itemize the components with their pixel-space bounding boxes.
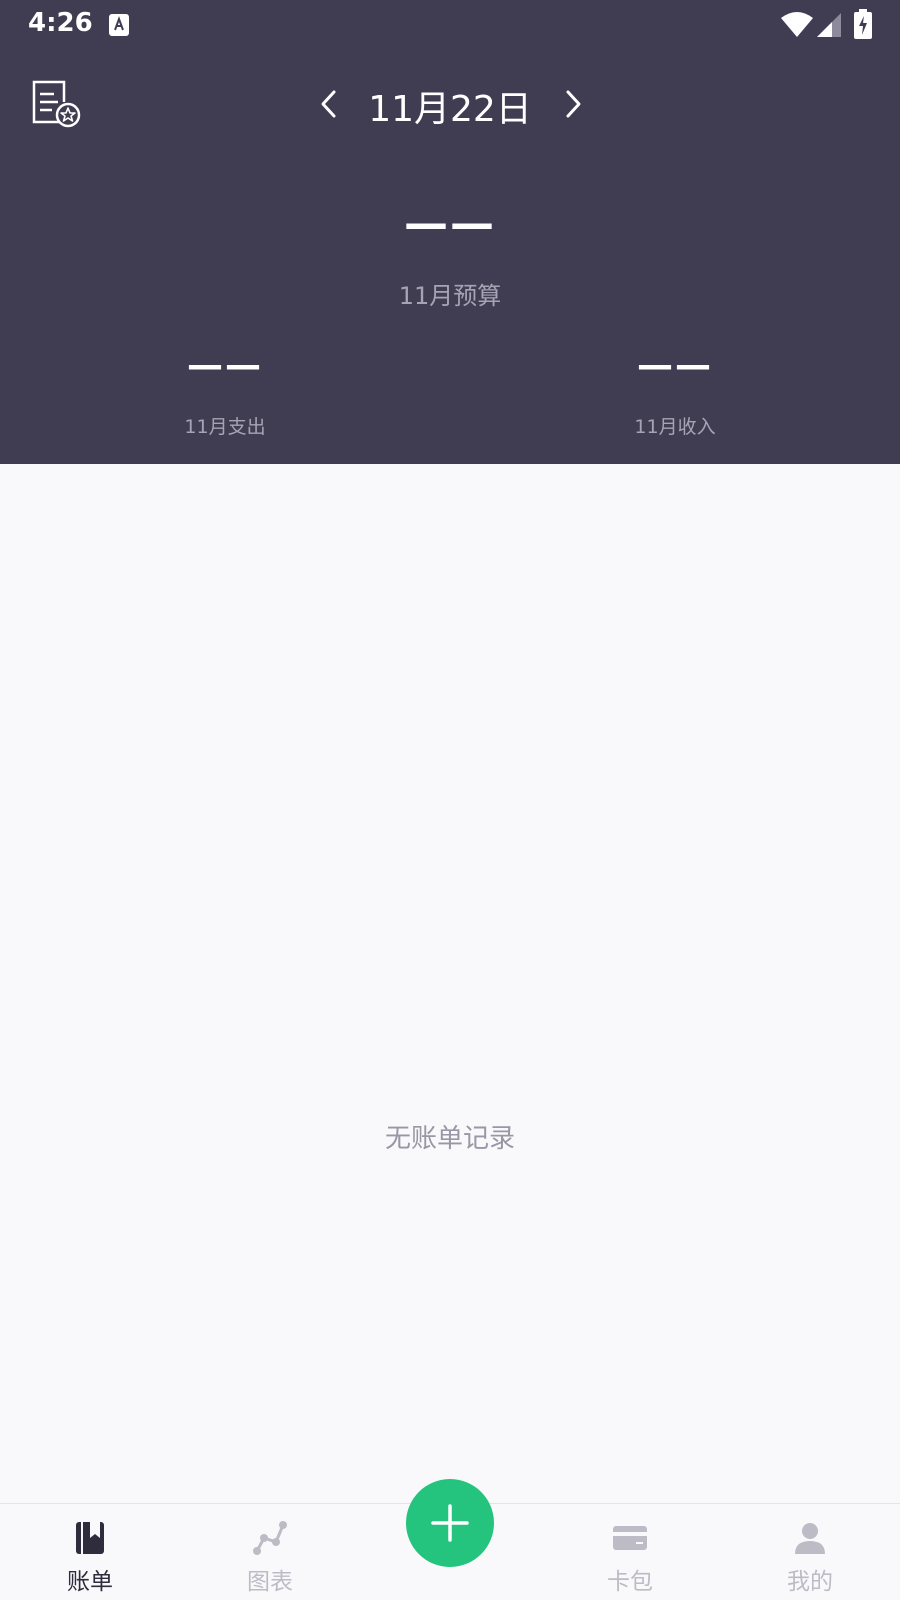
empty-state-text: 无账单记录 (384, 1124, 515, 1154)
chevron-left-icon[interactable] (314, 86, 346, 122)
nav-label-bills: 账单 (67, 1569, 113, 1595)
nav-label-cards: 卡包 (607, 1569, 653, 1595)
wifi-icon (781, 12, 813, 37)
plus-icon (431, 1504, 469, 1542)
nav-label-mine: 我的 (787, 1569, 833, 1595)
expense-label: 11月支出 (184, 416, 266, 438)
nav-label-charts: 图表 (247, 1569, 293, 1595)
signal-icon (817, 13, 841, 37)
expense-value: —— (187, 345, 263, 386)
header: 4:26 11月22日 —— 11月预算 —— 11月支出 —— 11月收入 (0, 0, 900, 464)
status-bar: 4:26 (0, 0, 900, 50)
keyboard-a-icon (109, 14, 129, 36)
nav-item-cards[interactable]: 卡包 (540, 1504, 720, 1600)
budget-label: 11月预算 (398, 282, 502, 310)
nav-item-mine[interactable]: 我的 (720, 1504, 900, 1600)
date-title: 11月22日 (368, 89, 532, 130)
battery-charging-icon (854, 9, 872, 39)
status-time: 4:26 (28, 8, 93, 38)
person-icon (795, 1523, 825, 1554)
book-icon (76, 1522, 104, 1554)
nav-item-charts[interactable]: 图表 (180, 1504, 360, 1600)
chart-icon (253, 1521, 287, 1555)
chevron-right-icon[interactable] (556, 86, 588, 122)
add-record-button[interactable] (406, 1479, 494, 1567)
income-label: 11月收入 (634, 416, 716, 438)
nav-item-bills[interactable]: 账单 (0, 1504, 180, 1600)
card-icon (613, 1526, 647, 1550)
income-value: —— (637, 345, 713, 386)
bill-star-icon[interactable] (30, 80, 82, 130)
budget-value: —— (404, 198, 496, 249)
